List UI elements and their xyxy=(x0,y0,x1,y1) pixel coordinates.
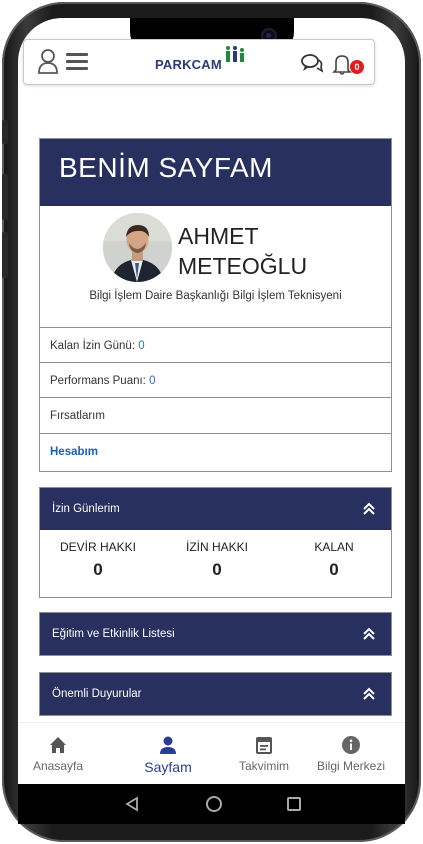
opportunities-label: Fırsatlarım xyxy=(50,410,105,422)
user-name: AHMET METEOĞLU xyxy=(178,221,307,281)
user-job-title: Bilgi İşlem Daire Başkanlığı Bilgi İşlem… xyxy=(89,290,342,302)
phone-volume-up xyxy=(2,174,8,220)
announcements-title: Önemli Duyurular xyxy=(52,688,142,700)
stat-value: 0 xyxy=(93,560,103,579)
chat-icon[interactable] xyxy=(300,52,324,74)
recents-icon[interactable] xyxy=(287,797,301,811)
user-name-first: AHMET xyxy=(178,223,259,249)
brand-people-icon xyxy=(226,46,244,62)
remaining-leave-row: Kalan İzin Günü: 0 xyxy=(40,327,391,364)
announcements-header[interactable]: Önemli Duyurular xyxy=(40,673,391,715)
profile-panel: BENİM SAYFAM AHMET METEOĞLU Bilgi İşlem … xyxy=(39,138,392,472)
nav-my-page-label: Sayfam xyxy=(144,759,192,775)
stat-label: KALAN xyxy=(314,540,354,554)
nav-info-center[interactable]: Bilgi Merkezi xyxy=(308,735,394,773)
leave-entitlement-stat: İZİN HAKKI 0 xyxy=(162,540,272,580)
performance-score-value: 0 xyxy=(149,375,156,387)
performance-score-label: Performans Puanı: xyxy=(50,375,146,387)
leave-days-header[interactable]: İzin Günlerim xyxy=(40,488,391,530)
phone-volume-down xyxy=(2,232,8,278)
chevron-up-double-icon xyxy=(363,627,375,640)
person-icon xyxy=(160,736,176,754)
stat-value: 0 xyxy=(329,560,339,579)
remaining-stat: KALAN 0 xyxy=(279,540,389,580)
training-events-header[interactable]: Eğitim ve Etkinlik Listesi xyxy=(40,613,391,655)
stat-label: İZİN HAKKI xyxy=(185,540,248,554)
phone-side-button xyxy=(2,120,8,144)
leave-days-section: İzin Günlerim DEVİR HAKKI 0 İZİN HAKKI 0… xyxy=(39,487,392,598)
user-name-last: METEOĞLU xyxy=(178,253,308,279)
my-account-link[interactable]: Hesabım xyxy=(40,433,391,470)
stat-label: DEVİR HAKKI xyxy=(59,540,137,554)
remaining-leave-value: 0 xyxy=(138,340,145,352)
carryover-stat: DEVİR HAKKI 0 xyxy=(43,540,153,580)
back-icon[interactable] xyxy=(124,796,140,812)
home-icon xyxy=(50,737,66,753)
page-title: BENİM SAYFAM xyxy=(59,152,273,183)
top-app-bar: PARKCAM 0 xyxy=(23,39,375,85)
system-navigation-bar xyxy=(18,784,405,824)
nav-info-center-label: Bilgi Merkezi xyxy=(316,759,385,773)
leave-days-title: İzin Günlerim xyxy=(52,503,120,515)
notification-badge: 0 xyxy=(350,60,364,74)
info-icon xyxy=(342,736,360,754)
menu-icon[interactable] xyxy=(66,53,88,71)
brand-logo-text: PARKCAM xyxy=(155,57,222,72)
chevron-up-double-icon xyxy=(363,687,375,700)
user-icon[interactable] xyxy=(37,48,59,74)
opportunities-row[interactable]: Fırsatlarım xyxy=(40,397,391,434)
announcements-section: Önemli Duyurular xyxy=(39,672,392,716)
nav-my-page[interactable]: Sayfam xyxy=(138,735,198,775)
nav-home[interactable]: Anasayfa xyxy=(30,735,86,773)
calendar-icon xyxy=(256,737,272,754)
remaining-leave-label: Kalan İzin Günü: xyxy=(50,340,136,352)
home-circle-icon[interactable] xyxy=(206,796,222,812)
profile-panel-header: BENİM SAYFAM xyxy=(40,139,391,206)
chevron-up-double-icon xyxy=(363,502,375,515)
my-account-label: Hesabım xyxy=(50,446,98,458)
bottom-navigation: Anasayfa Sayfam Takvimim Bilgi Merkezi xyxy=(18,722,405,784)
stat-value: 0 xyxy=(212,560,222,579)
nav-calendar-label: Takvimim xyxy=(239,759,289,773)
nav-calendar[interactable]: Takvimim xyxy=(231,735,297,773)
training-events-section: Eğitim ve Etkinlik Listesi xyxy=(39,612,392,656)
avatar xyxy=(103,213,172,282)
training-events-title: Eğitim ve Etkinlik Listesi xyxy=(52,628,175,640)
nav-home-label: Anasayfa xyxy=(32,759,84,773)
performance-score-row: Performans Puanı: 0 xyxy=(40,362,391,399)
